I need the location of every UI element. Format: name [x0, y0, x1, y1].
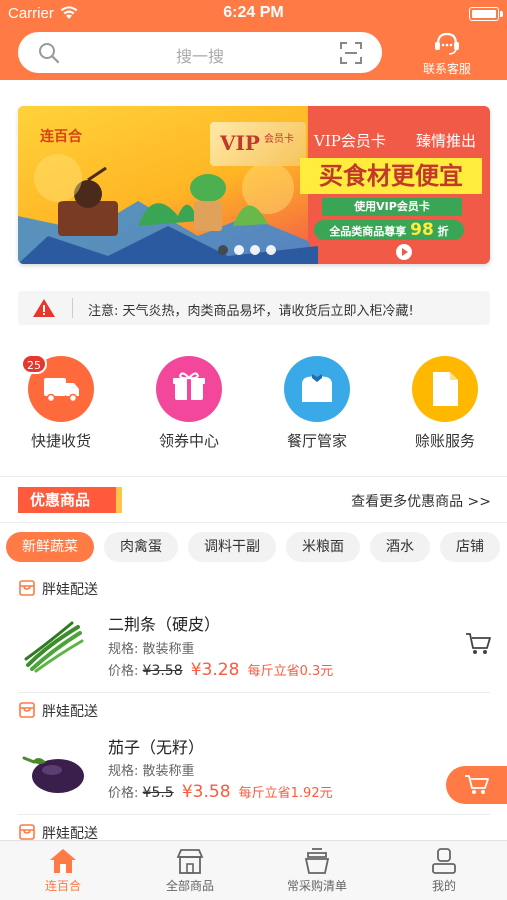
- discount-prefix: 全品类商品尊享: [329, 225, 407, 238]
- seller-header[interactable]: 胖娃配送: [18, 701, 98, 721]
- product-spec: 规格: 散装称重: [108, 642, 195, 657]
- divider: [18, 814, 490, 815]
- bottom-tab-bar: 连百合 全部商品 常采购清单 我的: [0, 840, 507, 900]
- current-price: ¥3.58: [181, 782, 231, 802]
- divider: [0, 522, 507, 523]
- original-price: ¥3.58: [142, 663, 183, 679]
- carousel-dots: [218, 240, 282, 259]
- shortcut-label: 赊账服务: [414, 432, 475, 450]
- shortcut-label: 领券中心: [158, 432, 219, 450]
- cart-icon: [465, 775, 489, 794]
- carousel-dot[interactable]: [218, 245, 228, 255]
- chili-pepper-image[interactable]: [18, 615, 88, 675]
- tab-rice-grain-noodles[interactable]: 米粮面: [286, 532, 360, 562]
- promo-section-title: 优惠商品: [18, 487, 122, 513]
- category-tabs: 新鲜蔬菜 肉禽蛋 调料干副 米粮面 酒水 店铺: [6, 532, 507, 564]
- search-input[interactable]: 搜一搜: [18, 43, 382, 67]
- notice-divider: [72, 298, 73, 318]
- tab-meat-poultry-eggs[interactable]: 肉禽蛋: [104, 532, 178, 562]
- product-price: 价格: ¥3.58 ¥3.28 每斤立省0.3元: [108, 660, 333, 680]
- tabbar-profile[interactable]: 我的: [381, 847, 507, 894]
- notice-bar[interactable]: 注意: 天气炎热，肉类商品易坏，请收货后立即入柜冷藏!: [18, 291, 490, 325]
- notification-badge: 25: [21, 354, 47, 374]
- customer-service-button[interactable]: 联系客服: [417, 30, 477, 77]
- floating-cart-button[interactable]: [446, 766, 507, 804]
- shortcut-coupon-center[interactable]: 领券中心: [134, 356, 244, 451]
- warning-icon: [33, 299, 55, 317]
- product-name[interactable]: 二荆条（硬皮）: [108, 611, 220, 635]
- status-bar: Carrier 6:24 PM: [0, 0, 507, 28]
- divider: [0, 476, 507, 477]
- tabbar-label: 全部商品: [165, 879, 214, 893]
- vip-card-sub: 会员卡: [264, 134, 294, 145]
- truck-icon: 25: [21, 354, 94, 422]
- headset-icon: [435, 32, 459, 55]
- banner-chip: 使用VIP会员卡: [322, 198, 462, 216]
- divider: [18, 692, 490, 693]
- tabbar-home[interactable]: 连百合: [0, 847, 126, 894]
- saving-text: 每斤立省0.3元: [247, 664, 334, 679]
- banner-brand: 连百合: [40, 129, 82, 145]
- carousel-dot[interactable]: [266, 245, 276, 255]
- seller-name: 胖娃配送: [42, 582, 98, 598]
- search-bar[interactable]: 搜一搜: [18, 32, 382, 73]
- price-label: 价格:: [108, 786, 139, 801]
- discount-suffix: 折: [437, 225, 449, 238]
- tabbar-all-products[interactable]: 全部商品: [127, 847, 253, 894]
- scan-icon[interactable]: [340, 42, 362, 64]
- notice-text: 注意: 天气炎热，肉类商品易坏，请收货后立即入柜冷藏!: [88, 304, 414, 319]
- product-name[interactable]: 茄子（无籽）: [108, 734, 204, 758]
- banner-headline: VIP会员卡: [314, 132, 386, 150]
- carousel-dot[interactable]: [234, 245, 244, 255]
- tab-seasonings[interactable]: 调料干副: [188, 532, 276, 562]
- current-price: ¥3.28: [190, 660, 240, 680]
- seller-header[interactable]: 胖娃配送: [18, 579, 98, 599]
- store-icon: [19, 824, 35, 840]
- product-price: 价格: ¥5.5 ¥3.58 每斤立省1.92元: [108, 782, 333, 802]
- tab-fresh-vegetables[interactable]: 新鲜蔬菜: [6, 532, 94, 562]
- home-icon: [50, 849, 76, 873]
- product-spec: 规格: 散装称重: [108, 764, 195, 779]
- document-icon: [412, 356, 478, 422]
- store-icon: [19, 580, 35, 596]
- basket-icon: [304, 848, 330, 874]
- vip-card-graphic: VIP 会员卡: [210, 122, 306, 166]
- tab-stores[interactable]: 店铺: [440, 532, 500, 562]
- banner-discount: 全品类商品尊享 98 折: [314, 220, 464, 240]
- vip-card-label: VIP: [220, 131, 260, 155]
- top-bar: 搜一搜 联系客服: [0, 28, 507, 80]
- waiter-icon: [284, 356, 350, 422]
- promo-banner[interactable]: 连百合 VIP 会员卡 VIP会员卡 臻情推出 买食材更便宜 使用VIP会员卡 …: [18, 106, 490, 264]
- shortcut-credit-service[interactable]: 赊账服务: [390, 356, 500, 451]
- shortcut-restaurant-manager[interactable]: 餐厅管家: [262, 356, 372, 451]
- discount-value: 98: [410, 220, 434, 240]
- seller-name: 胖娃配送: [42, 704, 98, 720]
- shortcut-quick-receive[interactable]: 25 快捷收货: [6, 354, 116, 451]
- store-icon: [19, 702, 35, 718]
- saving-text: 每斤立省1.92元: [238, 786, 333, 801]
- play-icon[interactable]: [396, 244, 412, 260]
- customer-service-label: 联系客服: [422, 62, 471, 76]
- tab-drinks[interactable]: 酒水: [370, 532, 430, 562]
- storefront-icon: [176, 849, 204, 874]
- original-price: ¥5.5: [142, 785, 174, 801]
- tabbar-label: 我的: [431, 879, 456, 893]
- add-to-cart-icon[interactable]: [465, 632, 491, 656]
- shortcut-label: 餐厅管家: [286, 432, 347, 450]
- tabbar-label: 常采购清单: [286, 879, 347, 893]
- price-label: 价格:: [108, 664, 139, 679]
- tabbar-purchase-list[interactable]: 常采购清单: [254, 847, 380, 894]
- user-icon: [432, 848, 456, 874]
- clock: 6:24 PM: [223, 4, 284, 21]
- promo-more-link[interactable]: 查看更多优惠商品 >>: [351, 491, 491, 511]
- carousel-dot[interactable]: [250, 245, 260, 255]
- battery-icon: [469, 7, 503, 21]
- shortcut-label: 快捷收货: [30, 432, 91, 450]
- banner-tag: 臻情推出: [416, 132, 477, 150]
- banner-main-text: 买食材更便宜: [300, 158, 482, 194]
- tabbar-label: 连百合: [44, 879, 81, 893]
- eggplant-image[interactable]: [18, 740, 88, 800]
- gift-icon: [156, 356, 222, 422]
